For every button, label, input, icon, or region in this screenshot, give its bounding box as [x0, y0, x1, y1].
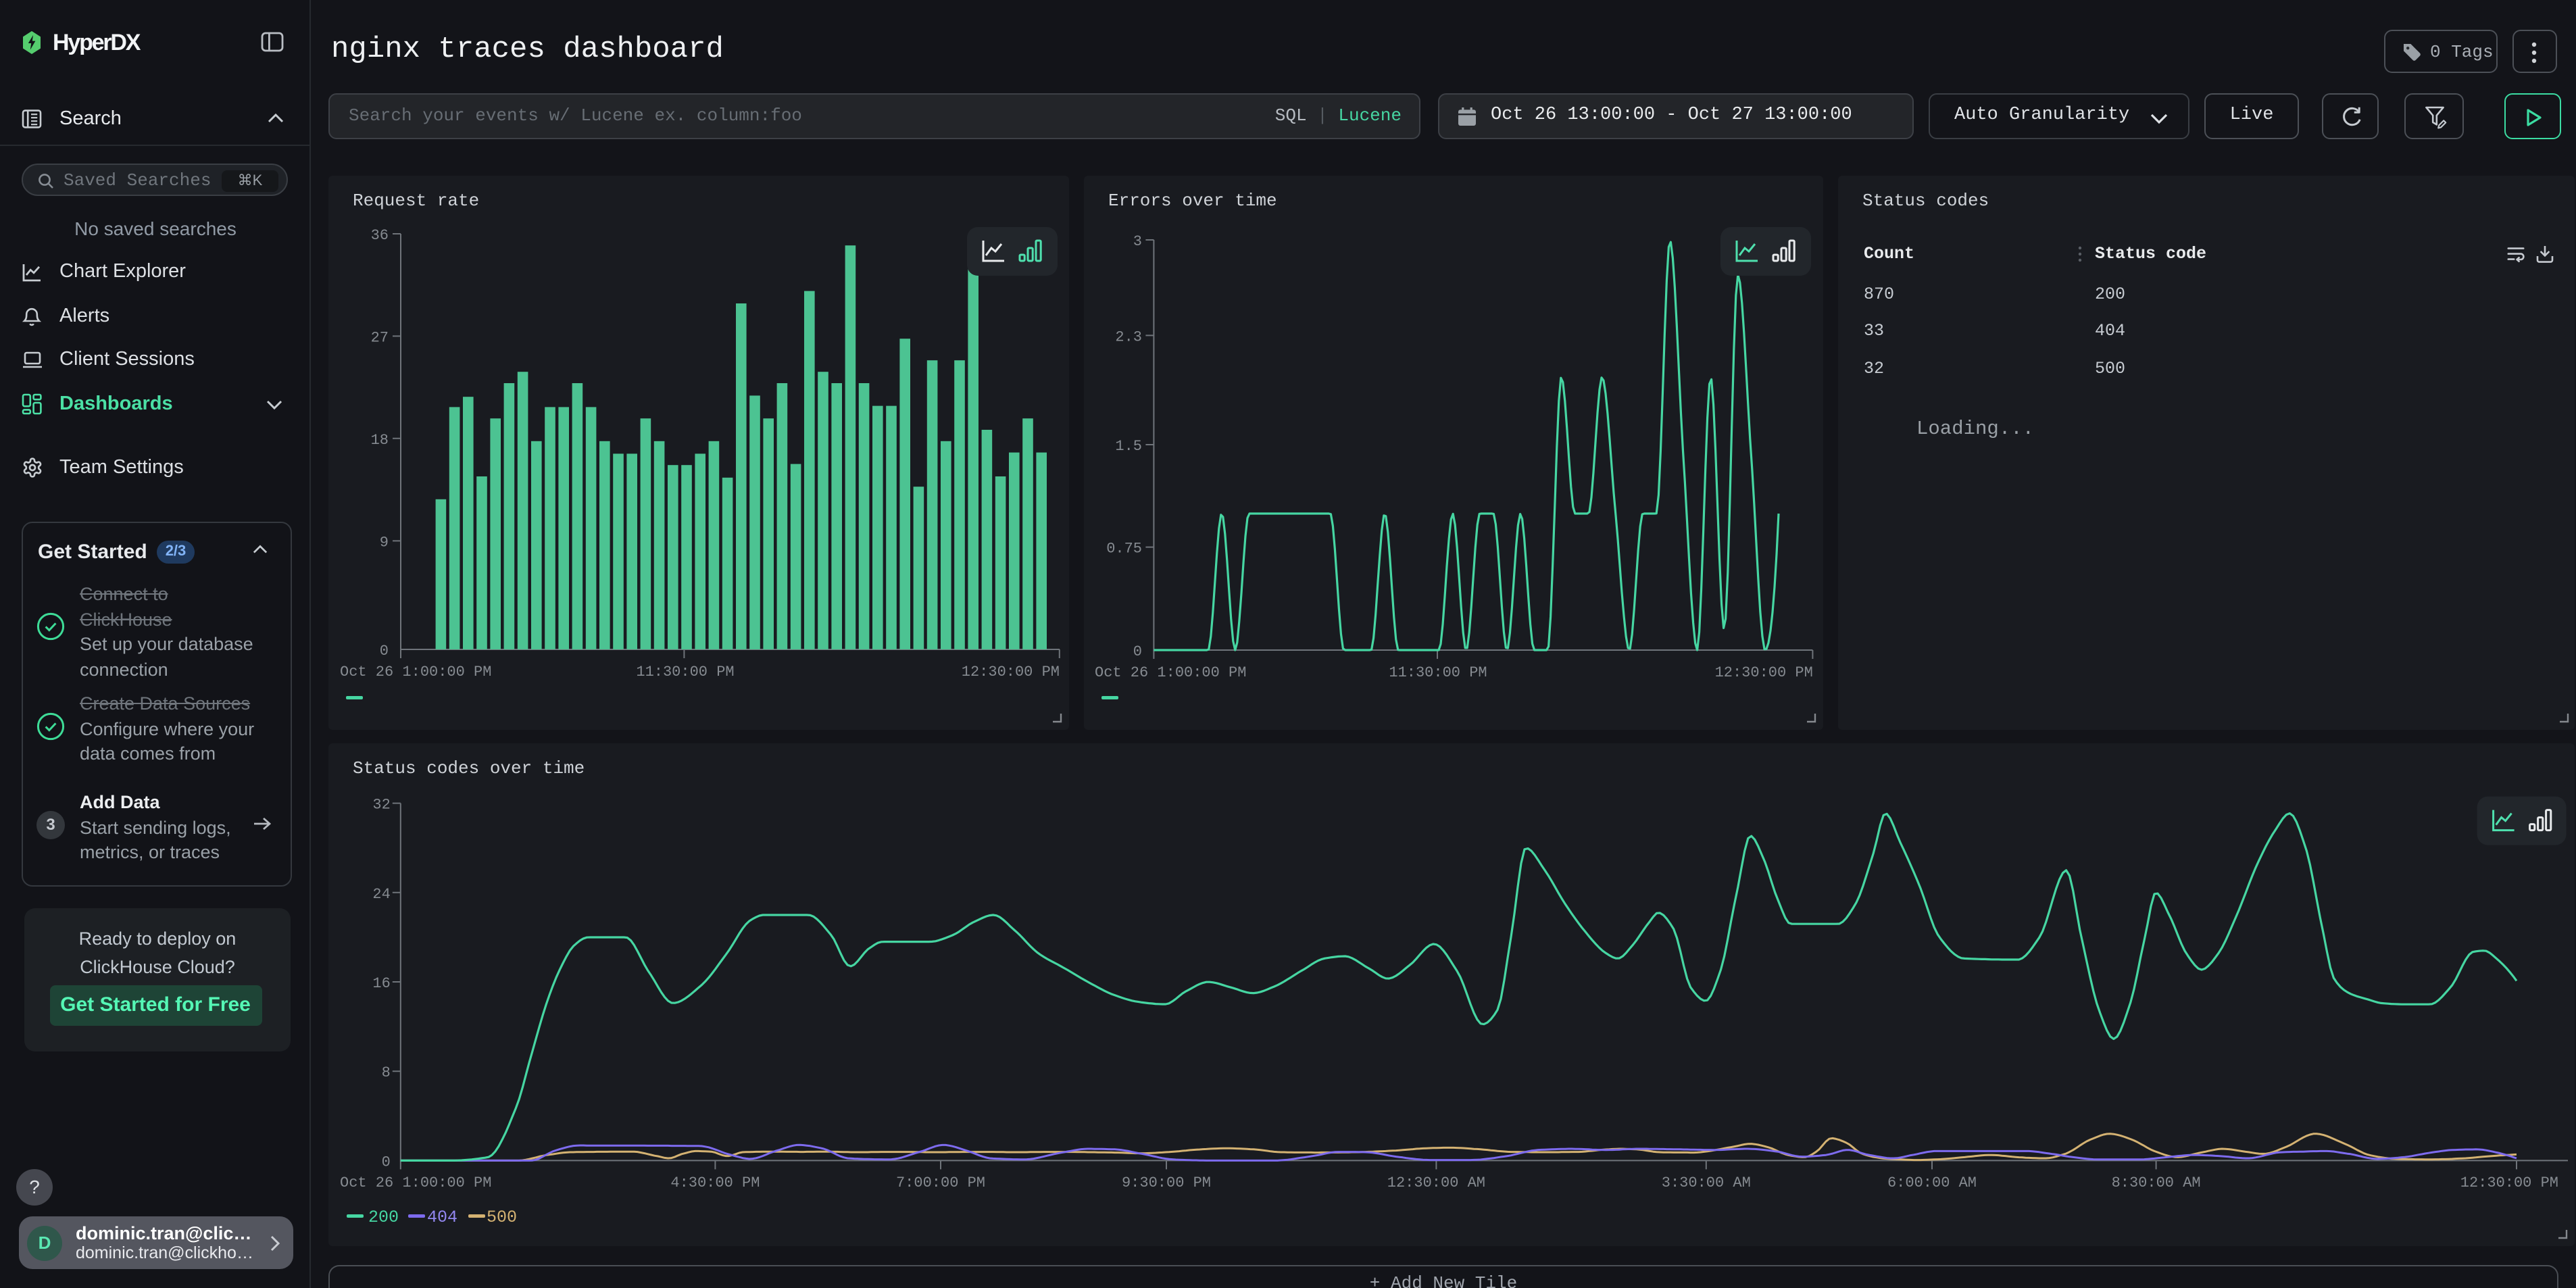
- svg-text:3:30:00 AM: 3:30:00 AM: [1662, 1174, 1751, 1191]
- svg-text:12:30:00 AM: 12:30:00 AM: [1387, 1174, 1485, 1191]
- svg-text:7:00:00 PM: 7:00:00 PM: [896, 1174, 985, 1191]
- svg-text:18: 18: [371, 432, 389, 449]
- svg-text:36: 36: [371, 227, 389, 244]
- svg-text:9: 9: [380, 534, 389, 551]
- svg-text:9:30:00 PM: 9:30:00 PM: [1122, 1174, 1211, 1191]
- svg-text:0: 0: [1133, 643, 1142, 660]
- svg-text:0: 0: [382, 1154, 391, 1170]
- svg-text:Oct 26 1:00:00 PM: Oct 26 1:00:00 PM: [340, 1174, 491, 1191]
- svg-text:2.3: 2.3: [1115, 328, 1142, 345]
- svg-text:32: 32: [372, 797, 390, 814]
- svg-text:6:00:00 AM: 6:00:00 AM: [1887, 1174, 1977, 1191]
- svg-text:404: 404: [427, 1208, 457, 1227]
- svg-text:200: 200: [368, 1208, 399, 1227]
- svg-text:500: 500: [487, 1208, 517, 1227]
- svg-text:12:30:00 PM: 12:30:00 PM: [2460, 1174, 2558, 1191]
- svg-text:8:30:00 AM: 8:30:00 AM: [2112, 1174, 2201, 1191]
- svg-text:27: 27: [371, 329, 389, 346]
- svg-text:12:30:00 PM: 12:30:00 PM: [962, 664, 1060, 680]
- svg-text:3: 3: [1133, 233, 1142, 250]
- svg-text:8: 8: [382, 1064, 391, 1081]
- svg-text:11:30:00 PM: 11:30:00 PM: [1389, 664, 1487, 681]
- svg-text:16: 16: [372, 975, 390, 992]
- svg-text:0: 0: [380, 643, 389, 660]
- svg-text:12:30:00 PM: 12:30:00 PM: [1715, 664, 1813, 681]
- svg-text:11:30:00 PM: 11:30:00 PM: [636, 664, 734, 680]
- svg-text:Oct 26 1:00:00 PM: Oct 26 1:00:00 PM: [1095, 664, 1246, 681]
- svg-text:24: 24: [372, 886, 390, 903]
- svg-text:4:30:00 PM: 4:30:00 PM: [670, 1174, 760, 1191]
- svg-text:1.5: 1.5: [1115, 438, 1142, 455]
- svg-text:Oct 26 1:00:00 PM: Oct 26 1:00:00 PM: [340, 664, 491, 680]
- svg-text:0.75: 0.75: [1106, 541, 1142, 558]
